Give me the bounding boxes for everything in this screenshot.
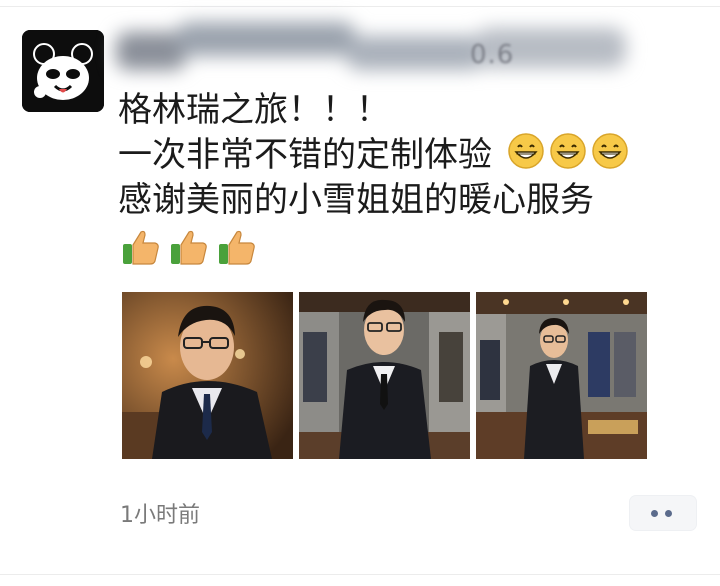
thumbs-up-emoji-icon [120, 226, 162, 272]
thumbs-up-emoji-icon [168, 226, 210, 272]
post-text-2: 一次非常不错的定制体验 [118, 135, 492, 175]
post-text-3: 感谢美丽的小雪姐姐的暖心服务 [118, 180, 594, 220]
grinning-face-emoji-icon [549, 132, 587, 181]
author-name-fragment: 0.6 [470, 40, 515, 70]
avatar[interactable] [22, 30, 104, 112]
post-text-1: 格林瑞之旅！！！ [118, 90, 390, 130]
photo-man-portrait [122, 292, 293, 459]
post-photo-2[interactable] [299, 292, 470, 459]
more-actions-button[interactable] [630, 496, 696, 530]
post-photo-3[interactable] [476, 292, 647, 459]
grinning-face-emoji-icon [591, 132, 629, 181]
thumbs-up-emoji-icon [216, 226, 258, 272]
top-divider [0, 6, 720, 7]
dot-icon [665, 510, 672, 517]
grinning-face-emoji-icon [507, 132, 545, 181]
post-text-line-1: 格林瑞之旅！！！ [118, 88, 390, 132]
photo-man-in-suit [299, 292, 470, 459]
post-text-line-2: 一次非常不错的定制体验 [118, 132, 629, 181]
photo-man-full-body [476, 292, 647, 459]
author-name-obscured [116, 22, 628, 84]
thumbs-row [120, 226, 264, 272]
post-photo-1[interactable] [122, 292, 293, 459]
bottom-divider [0, 574, 720, 575]
post-text-line-3: 感谢美丽的小雪姐姐的暖心服务 [118, 178, 594, 222]
moments-post: 0.6 格林瑞之旅！！！ 一次非常不错的定制体验 感谢美丽的小雪姐姐的暖心服务 [0, 0, 720, 586]
post-time: 1小时前 [120, 503, 200, 528]
dot-icon [651, 510, 658, 517]
panda-avatar-icon [22, 30, 104, 112]
